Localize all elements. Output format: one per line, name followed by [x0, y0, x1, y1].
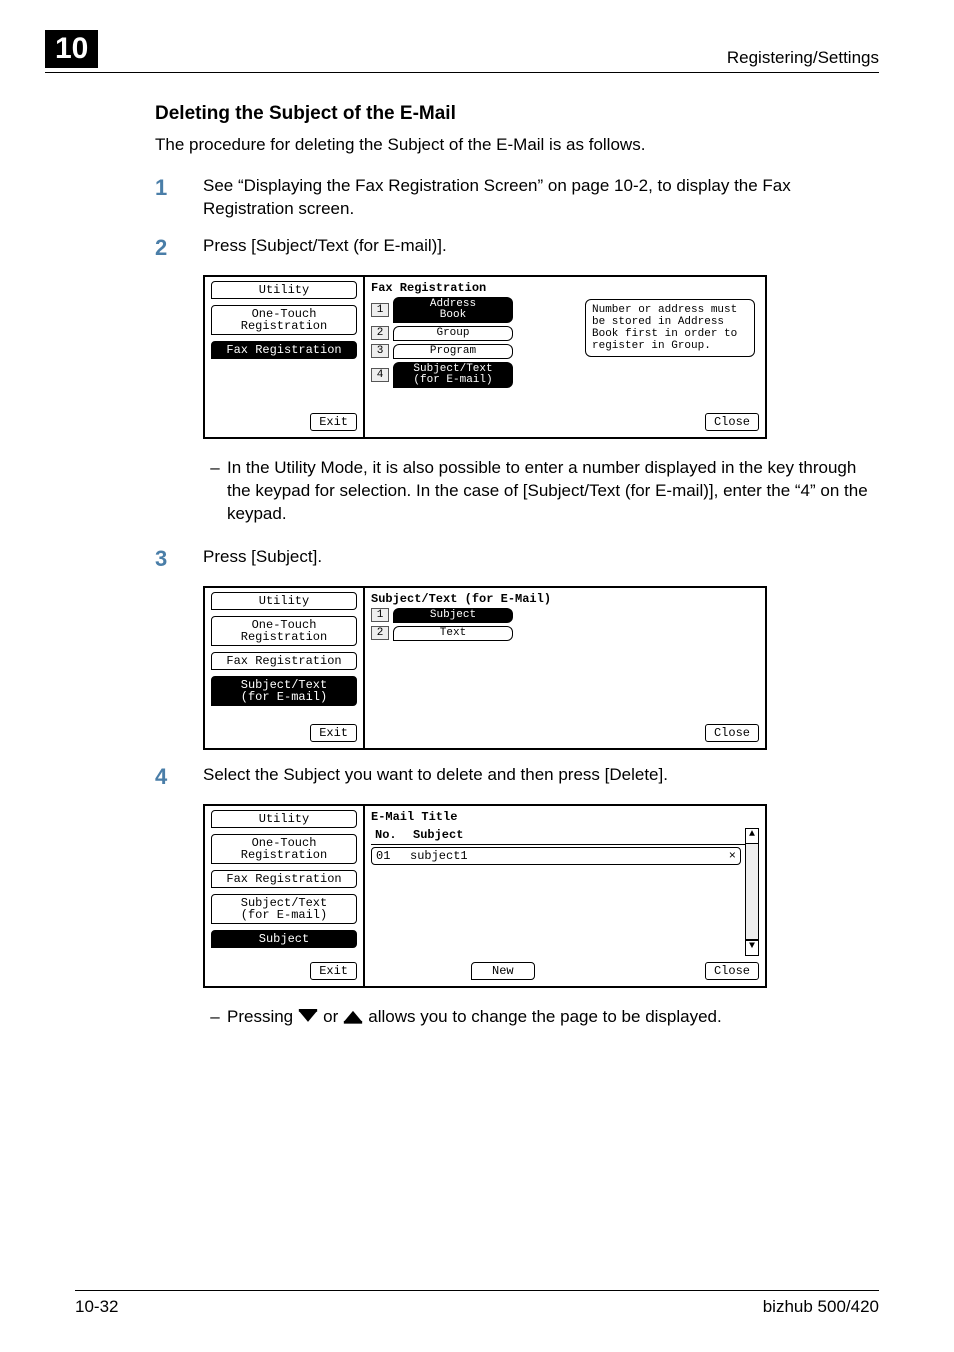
fax-registration-panel: Utility One-Touch Registration Fax Regis… — [203, 275, 767, 439]
panel-tab-onetouch[interactable]: One-Touch Registration — [211, 834, 357, 864]
row-mark: × — [729, 849, 736, 863]
close-button[interactable]: Close — [705, 962, 759, 980]
step-text: See “Displaying the Fax Registration Scr… — [203, 175, 879, 221]
scrollbar[interactable]: ▲ ▼ — [745, 828, 759, 956]
text-button[interactable]: Text — [393, 626, 513, 641]
bullet-dash: – — [203, 457, 227, 526]
header-breadcrumb: Registering/Settings — [727, 48, 879, 68]
note-mid: or — [323, 1006, 338, 1029]
step-text: Select the Subject you want to delete an… — [203, 764, 879, 790]
scroll-up-icon[interactable]: ▲ — [746, 829, 758, 843]
panel-tab-subjecttext[interactable]: Subject/Text (for E-mail) — [211, 676, 357, 706]
panel-tab-faxreg[interactable]: Fax Registration — [211, 341, 357, 359]
group-button[interactable]: Group — [393, 326, 513, 341]
opt-num: 3 — [371, 344, 389, 358]
panel-tab-subjecttext[interactable]: Subject/Text (for E-mail) — [211, 894, 357, 924]
close-button[interactable]: Close — [705, 413, 759, 431]
opt-num: 1 — [371, 608, 389, 622]
table-head-subject: Subject — [413, 828, 463, 842]
panel-tab-faxreg[interactable]: Fax Registration — [211, 652, 357, 670]
note-prefix: Pressing — [227, 1006, 293, 1029]
row-no: 01 — [376, 849, 402, 863]
step-text: Press [Subject]. — [203, 546, 879, 572]
step-number: 4 — [155, 764, 203, 790]
email-title-panel: Utility One-Touch Registration Fax Regis… — [203, 804, 767, 988]
panel-tab-subject[interactable]: Subject — [211, 930, 357, 948]
down-arrow-icon — [297, 1008, 319, 1022]
note-suffix: allows you to change the page to be disp… — [368, 1006, 721, 1029]
footer-model: bizhub 500/420 — [763, 1297, 879, 1317]
exit-button[interactable]: Exit — [310, 724, 357, 742]
up-arrow-icon — [342, 1008, 364, 1022]
step-number: 1 — [155, 175, 203, 221]
opt-num: 2 — [371, 326, 389, 340]
section-title: Deleting the Subject of the E-Mail — [155, 103, 879, 125]
exit-button[interactable]: Exit — [310, 413, 357, 431]
panel-tab-utility[interactable]: Utility — [211, 810, 357, 828]
panel-tab-faxreg[interactable]: Fax Registration — [211, 870, 357, 888]
subject-text-button[interactable]: Subject/Text (for E-mail) — [393, 362, 513, 388]
section-intro: The procedure for deleting the Subject o… — [155, 135, 879, 155]
subject-button[interactable]: Subject — [393, 608, 513, 623]
close-button[interactable]: Close — [705, 724, 759, 742]
panel-tab-utility[interactable]: Utility — [211, 281, 357, 299]
panel-title: Fax Registration — [371, 281, 759, 297]
opt-num: 4 — [371, 368, 389, 382]
panel-tab-onetouch[interactable]: One-Touch Registration — [211, 616, 357, 646]
panel-tab-utility[interactable]: Utility — [211, 592, 357, 610]
opt-num: 1 — [371, 303, 389, 317]
program-button[interactable]: Program — [393, 344, 513, 359]
page-footer: 10-32 bizhub 500/420 — [75, 1290, 879, 1317]
step2-note: In the Utility Mode, it is also possible… — [227, 457, 879, 526]
subject-text-panel: Utility One-Touch Registration Fax Regis… — [203, 586, 767, 750]
panel-info: Number or address must be stored in Addr… — [585, 299, 755, 357]
table-row[interactable]: 01 subject1 × — [371, 847, 741, 865]
new-button[interactable]: New — [471, 962, 535, 980]
panel-title: Subject/Text (for E-Mail) — [371, 592, 759, 608]
opt-num: 2 — [371, 626, 389, 640]
chapter-number: 10 — [45, 30, 98, 68]
step-number: 2 — [155, 235, 203, 261]
scroll-track[interactable] — [746, 843, 758, 940]
address-book-button[interactable]: Address Book — [393, 297, 513, 323]
panel-tab-onetouch[interactable]: One-Touch Registration — [211, 305, 357, 335]
step-number: 3 — [155, 546, 203, 572]
page-header: 10 Registering/Settings — [45, 30, 879, 73]
exit-button[interactable]: Exit — [310, 962, 357, 980]
table-head-no: No. — [375, 828, 401, 842]
bullet-dash: – — [203, 1006, 227, 1029]
step-text: Press [Subject/Text (for E-mail)]. — [203, 235, 879, 261]
panel-title: E-Mail Title — [371, 810, 759, 826]
scroll-down-icon[interactable]: ▼ — [746, 940, 758, 955]
footer-page: 10-32 — [75, 1297, 118, 1317]
row-subject: subject1 — [410, 849, 721, 863]
